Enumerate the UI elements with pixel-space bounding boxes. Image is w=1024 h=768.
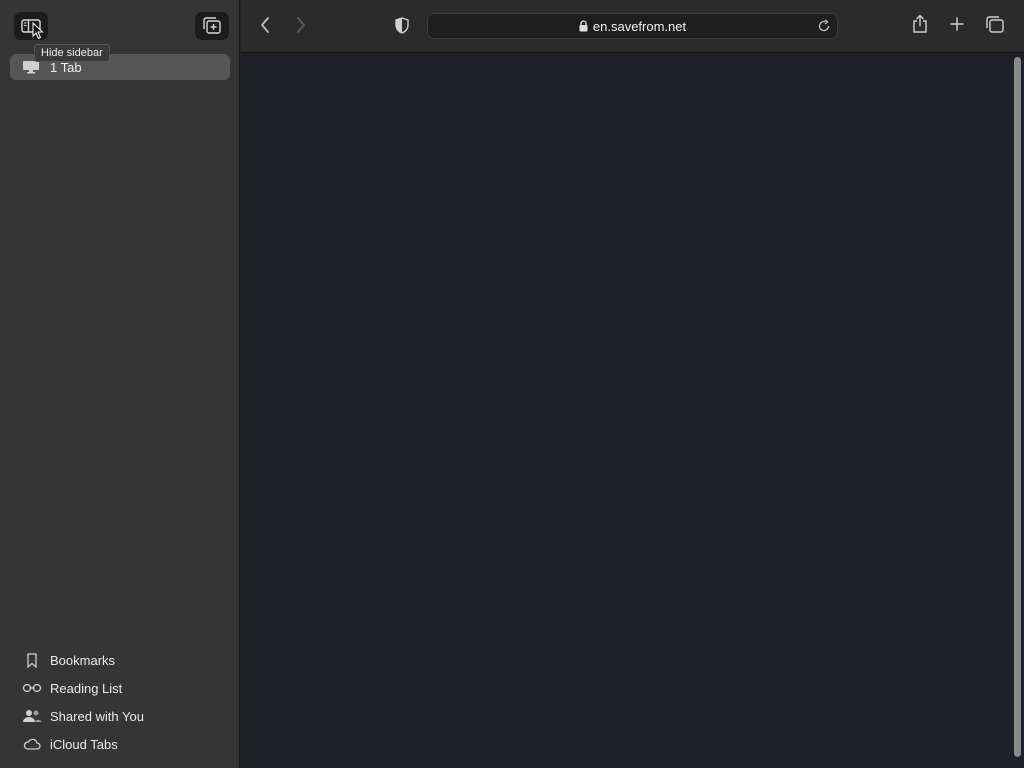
sidebar-item-label: Bookmarks: [50, 652, 116, 668]
privacy-report-button[interactable]: [395, 17, 409, 34]
address-bar[interactable]: en.savefrom.net: [427, 13, 838, 39]
share-icon: [913, 14, 927, 33]
new-tab-group-icon: [203, 17, 221, 34]
sidebar-item-bookmarks[interactable]: Bookmarks: [0, 646, 240, 674]
share-button[interactable]: [911, 14, 929, 34]
sidebar-item-label: Shared with You: [50, 708, 144, 724]
bookmark-icon: [22, 652, 42, 668]
plus-icon: [950, 17, 964, 31]
mouse-cursor-icon: [32, 22, 44, 40]
sidebar: 1 Tab Bookmarks Reading List Shared with…: [0, 0, 240, 768]
scrollbar-thumb[interactable]: [1014, 57, 1021, 757]
forward-button[interactable]: [295, 16, 307, 34]
monitor-icon: [22, 60, 40, 74]
address-text: en.savefrom.net: [592, 18, 687, 34]
new-tab-group-button[interactable]: [195, 12, 229, 40]
back-button[interactable]: [259, 16, 271, 34]
web-content-area[interactable]: [241, 53, 1009, 768]
toolbar: en.savefrom.net: [241, 0, 1024, 53]
new-tab-button[interactable]: [949, 16, 965, 32]
icloud-icon: [22, 736, 42, 752]
shield-icon: [395, 17, 409, 34]
sidebar-bottom-list: Bookmarks Reading List Shared with You i…: [0, 646, 240, 758]
chevron-left-icon: [261, 17, 269, 33]
browser-window: 1 Tab Bookmarks Reading List Shared with…: [0, 0, 1024, 768]
shared-with-you-icon: [22, 708, 42, 724]
sidebar-item-reading-list[interactable]: Reading List: [0, 674, 240, 702]
reading-list-icon: [22, 680, 42, 696]
sidebar-item-shared-with-you[interactable]: Shared with You: [0, 702, 240, 730]
hide-sidebar-tooltip: Hide sidebar: [34, 44, 110, 62]
sidebar-item-label: iCloud Tabs: [50, 736, 118, 752]
sidebar-item-icloud-tabs[interactable]: iCloud Tabs: [0, 730, 240, 758]
vertical-scrollbar[interactable]: [1009, 53, 1024, 768]
chevron-right-icon: [297, 17, 305, 33]
reload-icon: [818, 19, 830, 32]
tab-overview-icon: [986, 16, 1004, 33]
sidebar-item-label: Reading List: [50, 680, 123, 696]
reload-button[interactable]: [817, 19, 831, 33]
tab-overview-button[interactable]: [985, 16, 1005, 34]
lock-icon: [579, 20, 588, 32]
